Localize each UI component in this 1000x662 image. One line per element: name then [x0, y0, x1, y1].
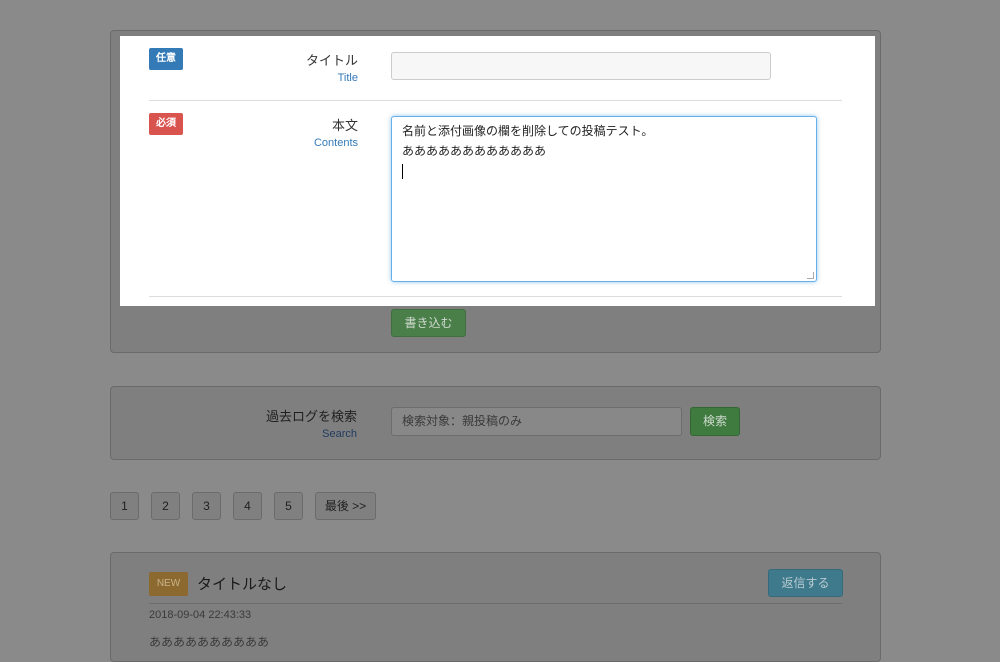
- title-label-en: Title: [337, 72, 358, 84]
- search-input[interactable]: 検索対象：親投稿のみ: [391, 407, 682, 436]
- post-title: タイトルなし: [197, 575, 288, 593]
- text-caret: [402, 164, 403, 179]
- required-badge: 必須: [149, 113, 183, 135]
- page-5-button[interactable]: 5: [274, 492, 303, 520]
- post-divider: [149, 603, 842, 604]
- contents-textarea[interactable]: 名前と添付画像の欄を削除しての投稿テスト。 ああああああああああああ: [391, 116, 817, 282]
- search-button[interactable]: 検索: [690, 407, 740, 436]
- contents-line-2: ああああああああああああ: [402, 144, 547, 158]
- search-label-en: Search: [322, 428, 357, 440]
- page-1-button[interactable]: 1: [110, 492, 139, 520]
- post-date: 2018-09-04 22:43:33: [149, 609, 252, 621]
- page-2-button[interactable]: 2: [151, 492, 180, 520]
- page-4-button[interactable]: 4: [233, 492, 262, 520]
- submit-button[interactable]: 書き込む: [391, 309, 466, 337]
- last-page-button[interactable]: 最後 >>: [315, 492, 376, 520]
- title-label: タイトル: [305, 54, 358, 69]
- form-divider: [149, 100, 842, 101]
- page-3-button[interactable]: 3: [192, 492, 221, 520]
- search-label: 過去ログを検索: [265, 410, 357, 425]
- contents-label: 本文: [331, 119, 358, 134]
- contents-line-1: 名前と添付画像の欄を削除しての投稿テスト。: [402, 124, 654, 138]
- reply-button[interactable]: 返信する: [768, 569, 843, 597]
- optional-badge: 任意: [149, 48, 183, 70]
- new-badge: NEW: [149, 572, 188, 596]
- title-input[interactable]: [391, 52, 771, 80]
- resize-handle-icon[interactable]: [807, 272, 814, 279]
- form-divider: [149, 296, 842, 297]
- highlighted-form-area: 任意 タイトル Title 必須 本文 Contents 名前と添付画像の欄を削…: [120, 36, 875, 306]
- contents-label-en: Contents: [313, 137, 358, 149]
